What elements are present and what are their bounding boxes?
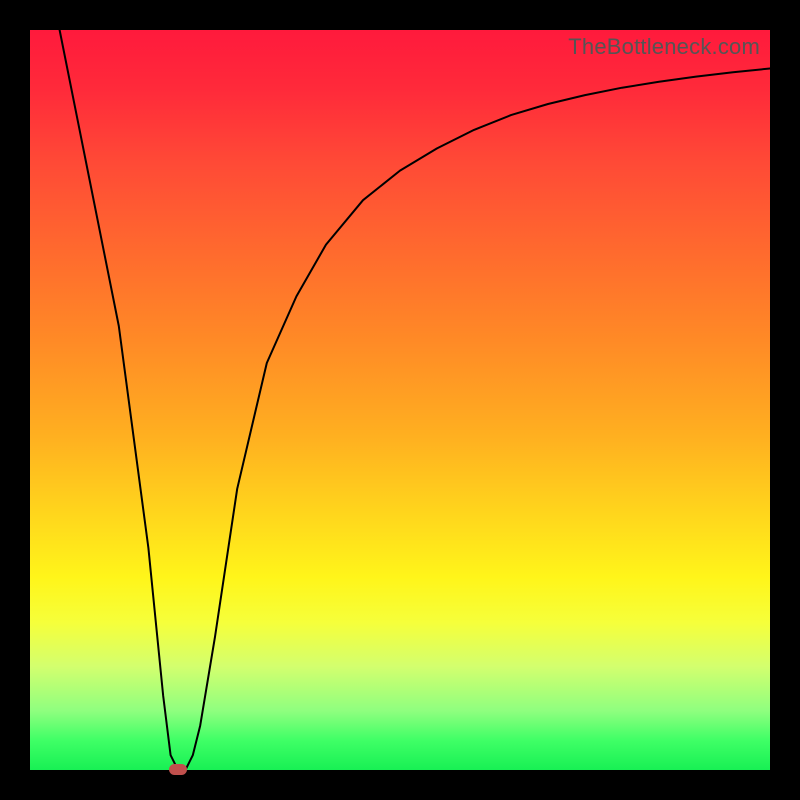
curve-path [60,30,770,770]
chart-frame: TheBottleneck.com [0,0,800,800]
optimal-marker [169,764,187,775]
bottleneck-curve [30,30,770,770]
plot-area: TheBottleneck.com [30,30,770,770]
